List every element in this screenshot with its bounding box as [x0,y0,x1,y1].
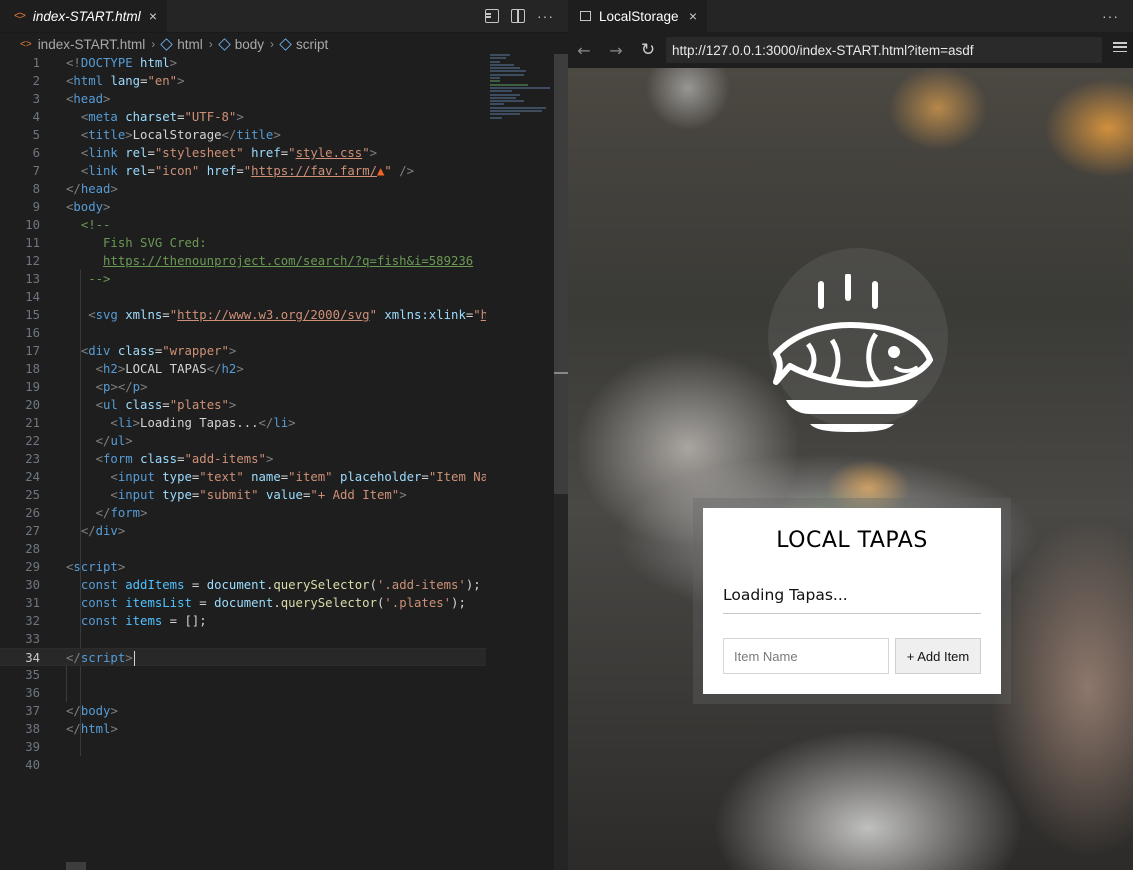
code-line-current: 34 </script> [0,648,486,666]
code-line: 23 <form class="add-items"> [25,452,274,466]
close-icon[interactable]: × [149,8,157,24]
more-actions-icon[interactable]: ··· [1102,8,1119,24]
browser-tab-bar: LocalStorage × ··· [568,0,1133,32]
editor-actions: ··· [485,0,554,32]
code-line: 19 <p></p> [25,380,148,394]
code-line: 7 <link rel="icon" href="https://fav.far… [32,164,415,178]
reload-icon[interactable]: ↻ [632,40,664,60]
code-line: 5 <title>LocalStorage</title> [32,128,281,142]
code-line: 37 </body> [25,704,118,718]
editor-tab-label: index-START.html [32,8,141,24]
url-bar[interactable]: http://127.0.0.1:3000/index-START.html?i… [666,37,1102,63]
code-area[interactable]: 1 <!DOCTYPE html> 2 <html lang="en"> 3 <hea… [0,54,486,774]
chevron-right-icon: › [270,37,275,51]
browser-tab-localstorage[interactable]: LocalStorage × [568,0,708,32]
page-heading: LOCAL TAPAS [776,528,928,553]
editor-tab-bar: <> index-START.html × ··· [0,0,568,33]
simple-browser[interactable]: LocalStorage × ··· ← → ↻ http://127.0.0.… [568,0,1133,870]
breadcrumb-file[interactable]: <> index-START.html [20,37,145,52]
code-line: 8 </head> [32,182,118,196]
code-line: 13 --> [25,272,111,286]
code-line: 18 <h2>LOCAL TAPAS</h2> [25,362,244,376]
code-line: 16 [25,326,40,340]
code-line: 27 </div> [25,524,126,538]
code-line: 11 Fish SVG Cred: [25,236,207,250]
html-file-icon: <> [14,10,26,22]
code-line: 30 const addItems = document.querySelect… [25,578,481,592]
breadcrumb-body[interactable]: body [218,36,265,52]
code-line: 14 [25,290,40,304]
breadcrumb-file-label: index-START.html [37,36,146,52]
code-line: 22 </ul> [25,434,133,448]
code-line: 9 <body> [32,200,111,214]
code-line: 3 <head> [32,92,111,106]
code-line: 33 [25,632,40,646]
code-line: 2 <html lang="en"> [32,74,185,88]
code-line: 35 [25,668,40,682]
browser-tab-label: LocalStorage [599,8,679,24]
minimap[interactable] [490,54,552,134]
code-line: 32 const items = []; [25,614,207,628]
horizontal-scrollbar-thumb[interactable] [66,862,86,870]
code-line: 38 </html> [25,722,118,736]
browser-toolbar: ← → ↻ http://127.0.0.1:3000/index-START.… [568,32,1133,68]
breadcrumb-body-label: body [234,36,265,52]
chevron-right-icon: › [208,37,213,51]
code-line: 17 <div class="wrapper"> [25,344,237,358]
page-viewport: LOCAL TAPAS Loading Tapas... + Add Item [568,68,1133,870]
code-line: 4 <meta charset="UTF-8"> [32,110,244,124]
breadcrumb-script-label: script [296,36,329,52]
code-line: 40 [25,758,40,772]
add-item-button[interactable]: + Add Item [895,638,981,674]
editor-tab-index-start[interactable]: <> index-START.html × [0,0,168,32]
split-editor-icon[interactable] [511,9,525,23]
plates-list-item: Loading Tapas... [723,586,981,614]
code-line: 36 [25,686,40,700]
element-cube-icon [160,37,173,51]
code-line: 29 <script> [25,560,126,574]
browser-page-icon [580,11,591,21]
code-line: 15 <svg xmlns="http://www.w3.org/2000/sv… [25,308,486,322]
code-line: 20 <ul class="plates"> [25,398,237,412]
fish-plate-icon [773,274,933,432]
back-icon[interactable]: ← [568,41,600,60]
chevron-right-icon: › [151,37,156,51]
close-icon[interactable]: × [689,8,697,24]
tapas-wrapper: LOCAL TAPAS Loading Tapas... + Add Item [703,508,1001,694]
breadcrumb-html[interactable]: html [160,36,203,52]
code-line: 31 const itemsList = document.querySelec… [25,596,466,610]
more-actions-icon[interactable]: ··· [537,8,554,24]
code-line: 26 </form> [25,506,148,520]
element-cube-icon [218,37,231,51]
code-line: 12 https://thenounproject.com/search/?q=… [25,254,474,268]
code-line: 21 <li>Loading Tapas...</li> [25,416,296,430]
element-cube-icon [279,37,292,51]
code-editor[interactable]: <> index-START.html × ··· <> index-START.… [0,0,568,870]
code-line: 39 [25,740,40,754]
scrollbar-thumb[interactable] [554,54,568,494]
code-line: 1 <!DOCTYPE html> [32,56,178,70]
hamburger-menu-icon[interactable] [1113,42,1127,54]
cursor-position-marker [554,372,568,374]
item-name-input[interactable] [723,638,889,674]
browser-more-actions: ··· [1102,0,1119,32]
forward-icon[interactable]: → [600,41,632,60]
breadcrumb-script[interactable]: script [279,36,329,52]
code-line: 28 [25,542,40,556]
text-cursor [133,651,136,666]
code-line: 24 <input type="text" name="item" placeh… [25,470,486,484]
breadcrumb-html-label: html [177,36,203,52]
breadcrumb: <> index-START.html › html › body › scrip… [0,33,568,55]
code-line: 10 <!-- [25,218,111,232]
open-preview-icon[interactable] [485,9,499,23]
code-line: 6 <link rel="stylesheet" href="style.css… [32,146,378,160]
html-file-icon: <> [20,38,32,50]
editor-scrollbar[interactable] [554,54,568,870]
code-line: 25 <input type="submit" value="+ Add Ite… [25,488,407,502]
